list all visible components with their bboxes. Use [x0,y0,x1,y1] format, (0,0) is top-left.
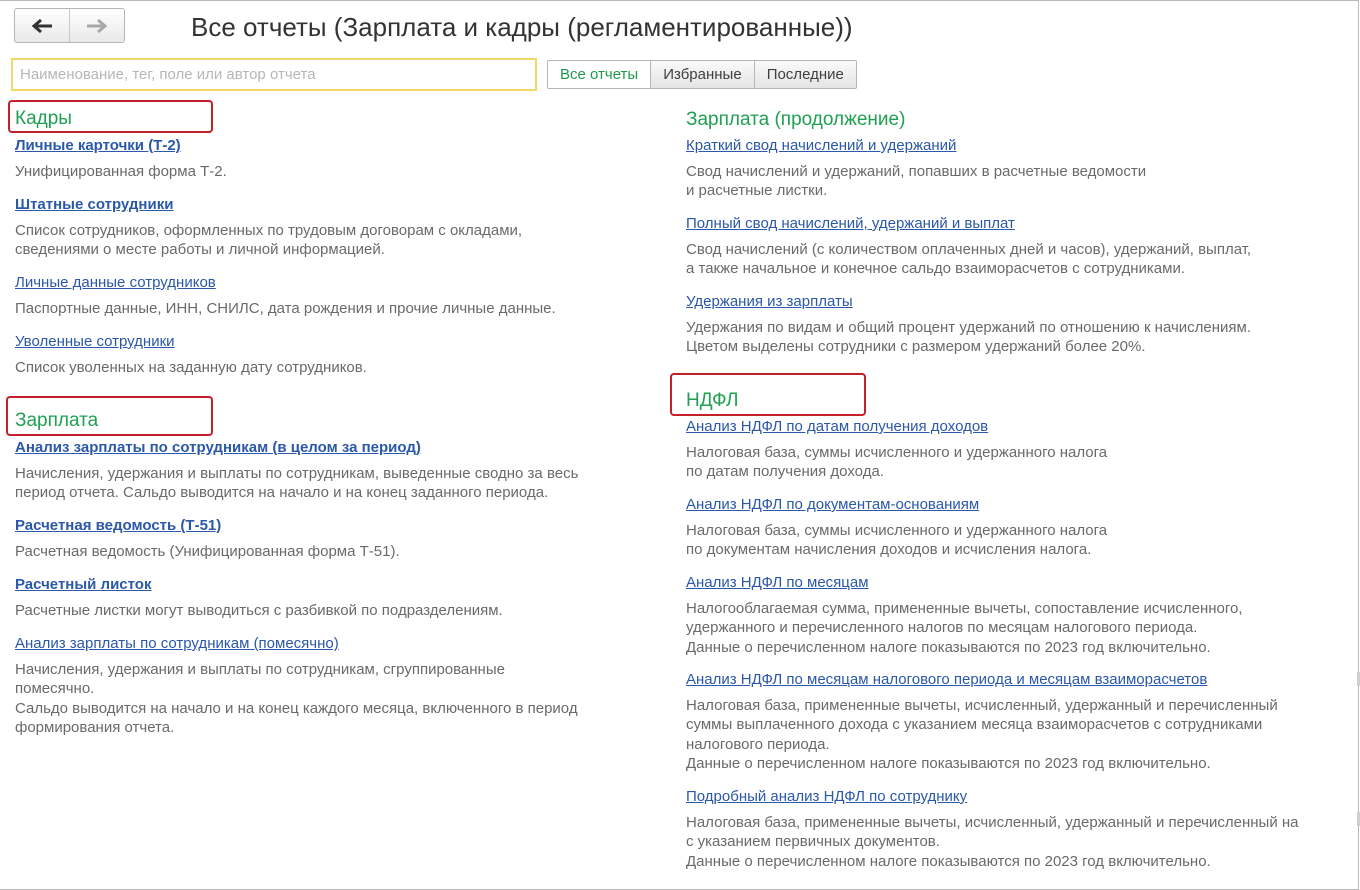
section-zarplata: Зарплата [15,409,98,433]
report-filter-tabs: Все отчеты Избранные Последние [547,60,857,89]
report-description: Список уволенных на заданную дату сотруд… [15,359,367,376]
report-description: Удержания по видам и общий процент удерж… [686,319,1252,356]
report-link[interactable]: Штатные сотрудники [15,195,522,214]
report-description: Налоговая база, суммы исчисленного и уде… [686,444,1108,481]
nav-buttons [14,8,125,43]
section-title: Кадры [15,108,72,129]
back-button[interactable] [15,9,69,42]
report-item: Анализ НДФЛ по месяцам Налогооблагаемая … [686,573,1243,657]
report-item: Анализ зарплаты по сотрудникам (помесячн… [15,634,578,737]
report-description: Расчетная ведомость (Унифицированная фор… [15,543,400,560]
section-kadry: Кадры [15,107,72,131]
report-item: Уволенные сотрудники Список уволенных на… [15,332,367,377]
section-ndfl: НДФЛ [686,389,738,413]
report-link[interactable]: Анализ НДФЛ по месяцам налогового период… [686,670,1278,689]
report-description: Начисления, удержания и выплаты по сотру… [15,465,579,502]
report-item: Удержания из зарплаты Удержания по видам… [686,292,1251,357]
report-link[interactable]: Краткий свод начислений и удержаний [686,136,1146,155]
arrow-left-icon [31,18,52,33]
section-title: НДФЛ [686,390,739,411]
report-description: Свод начислений (с количеством оплаченны… [686,241,1252,278]
report-description: Расчетные листки могут выводиться с разб… [15,602,503,619]
report-item: Краткий свод начислений и удержаний Свод… [686,136,1146,201]
report-item: Анализ НДФЛ по месяцам налогового период… [686,670,1278,773]
filter-recent[interactable]: Последние [753,61,856,88]
report-item: Подробный анализ НДФЛ по сотруднику Нало… [686,787,1299,871]
report-description: Налогооблагаемая сумма, примененные выче… [686,600,1243,656]
report-description: Налоговая база, примененные вычеты, исчи… [686,697,1278,772]
report-item: Штатные сотрудники Список сотрудников, о… [15,195,522,260]
filter-all-reports[interactable]: Все отчеты [548,61,651,88]
report-item: Расчетная ведомость (Т-51) Расчетная вед… [15,516,400,561]
report-link[interactable]: Удержания из зарплаты [686,292,1251,311]
section-title: Зарплата (продолжение) [686,109,906,130]
report-link[interactable]: Анализ НДФЛ по датам получения доходов [686,417,1107,436]
section-title: Зарплата [15,410,99,431]
report-item: Анализ НДФЛ по датам получения доходов Н… [686,417,1107,482]
forward-button[interactable] [69,9,124,42]
report-description: Паспортные данные, ИНН, СНИЛС, дата рожд… [15,300,556,317]
report-item: Полный свод начислений, удержаний и выпл… [686,214,1251,279]
report-item: Анализ НДФЛ по документам-основаниям Нал… [686,495,1107,560]
report-description: Свод начислений и удержаний, попавших в … [686,163,1147,200]
section-zarplata-continued: Зарплата (продолжение) [686,108,905,132]
report-link[interactable]: Личные карточки (Т-2) [15,136,227,155]
report-link[interactable]: Личные данные сотрудников [15,273,556,292]
report-item: Анализ зарплаты по сотрудникам (в целом … [15,438,578,503]
report-description: Налоговая база, суммы исчисленного и уде… [686,522,1108,559]
arrow-right-icon [87,18,108,33]
report-link[interactable]: Анализ зарплаты по сотрудникам (в целом … [15,438,578,457]
report-link[interactable]: Уволенные сотрудники [15,332,367,351]
report-link[interactable]: Расчетный листок [15,575,503,594]
search-input[interactable] [11,58,537,91]
report-link[interactable]: Анализ зарплаты по сотрудникам (помесячн… [15,634,578,653]
report-description: Унифицированная форма Т-2. [15,163,227,180]
report-link[interactable]: Расчетная ведомость (Т-51) [15,516,400,535]
report-description: Начисления, удержания и выплаты по сотру… [15,661,578,736]
report-link[interactable]: Анализ НДФЛ по месяцам [686,573,1243,592]
filter-favorites[interactable]: Избранные [650,61,754,88]
report-link[interactable]: Анализ НДФЛ по документам-основаниям [686,495,1107,514]
report-item: Расчетный листок Расчетные листки могут … [15,575,503,620]
report-item: Личные данные сотрудников Паспортные дан… [15,273,556,318]
report-description: Налоговая база, примененные вычеты, исчи… [686,814,1299,870]
report-link[interactable]: Подробный анализ НДФЛ по сотруднику [686,787,1299,806]
page-title: Все отчеты (Зарплата и кадры (регламенти… [191,12,853,42]
report-description: Список сотрудников, оформленных по трудо… [15,222,523,259]
report-link[interactable]: Полный свод начислений, удержаний и выпл… [686,214,1251,233]
report-item: Личные карточки (Т-2) Унифицированная фо… [15,136,227,181]
